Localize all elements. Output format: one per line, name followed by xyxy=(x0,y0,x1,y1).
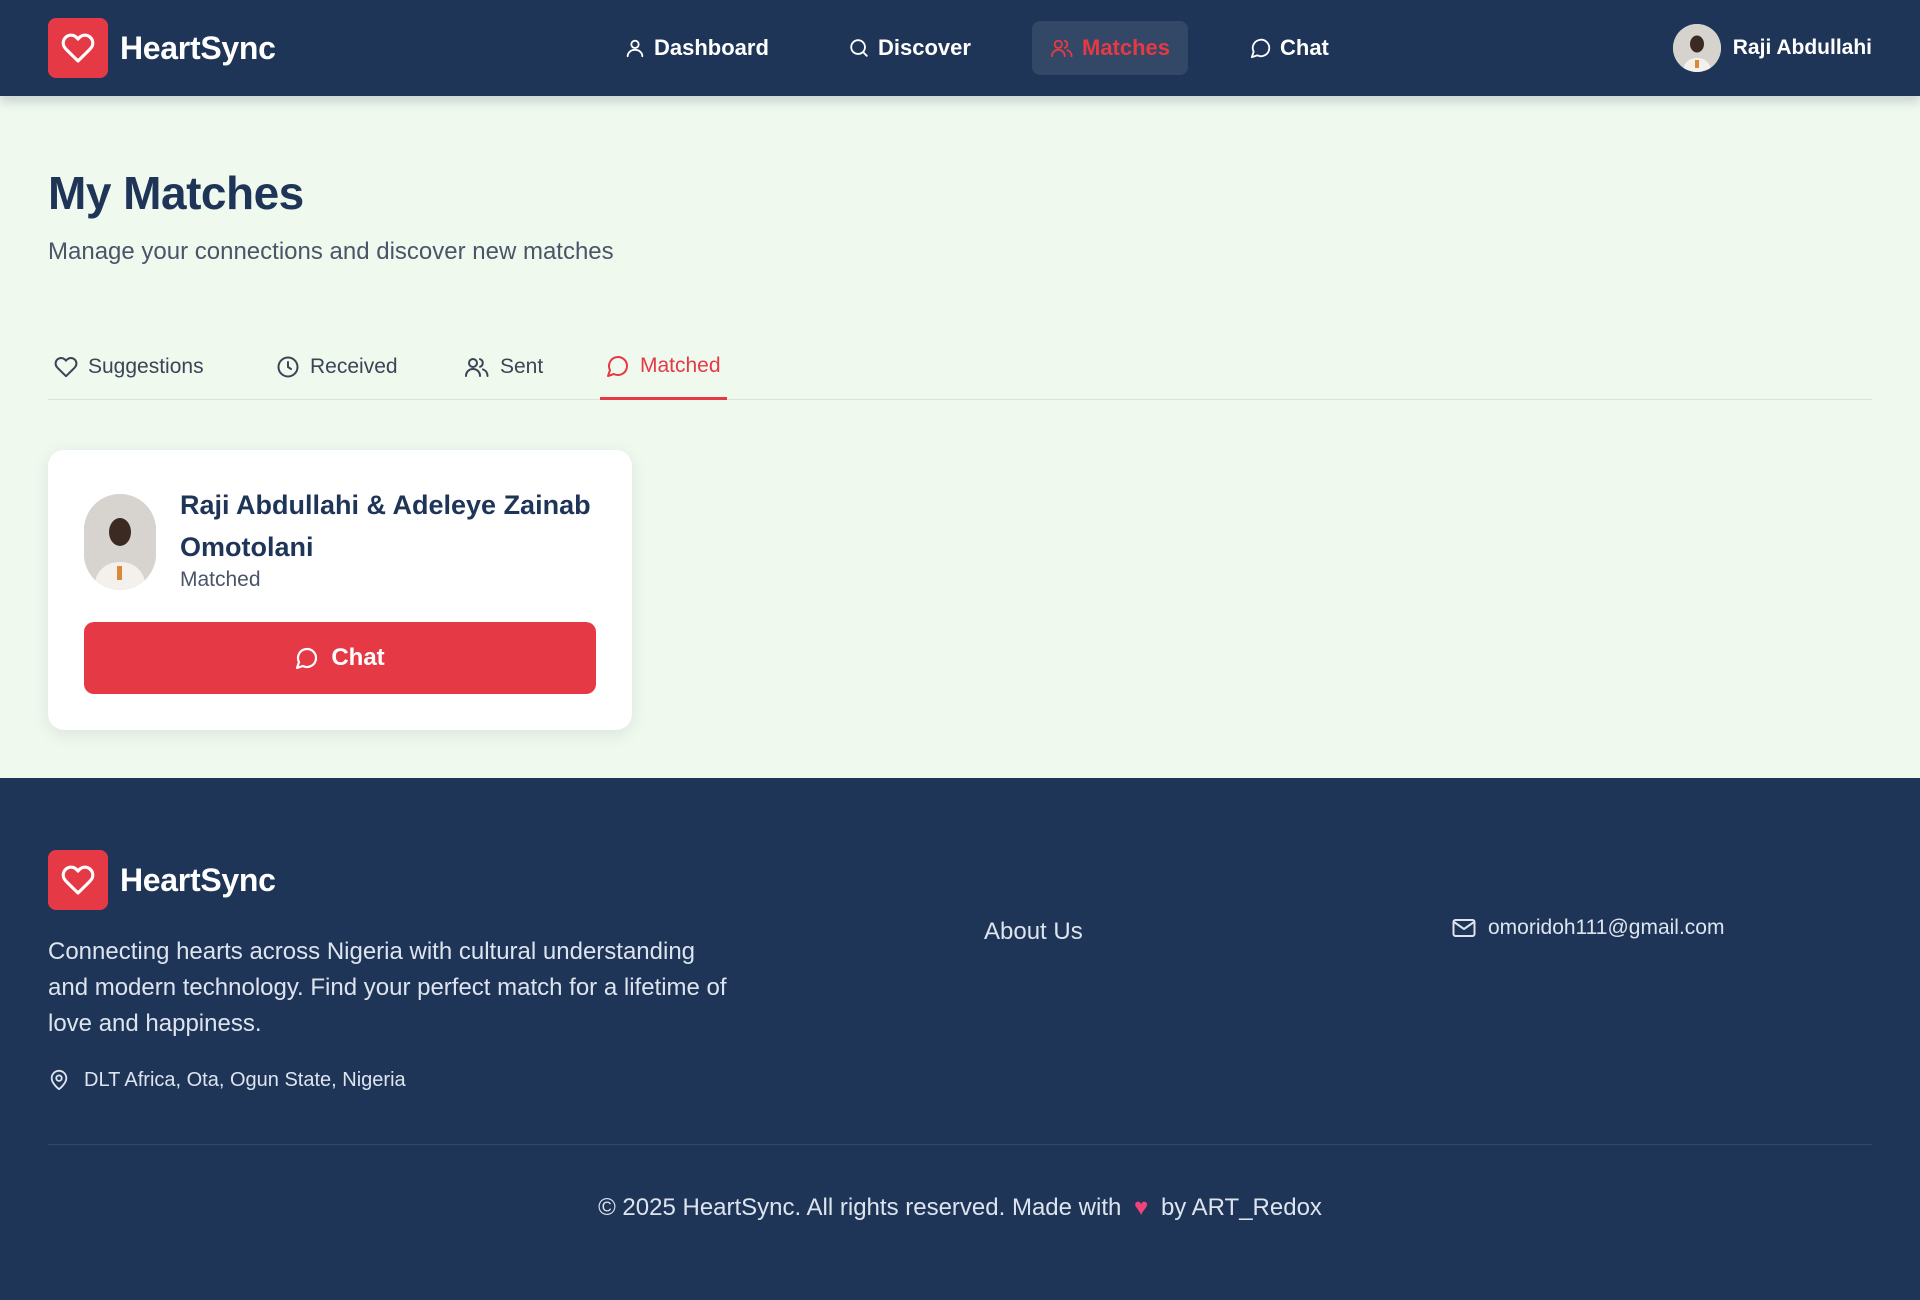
user-name: Raji Abdullahi xyxy=(1732,36,1872,59)
user-menu[interactable]: Raji Abdullahi xyxy=(1672,24,1872,72)
match-status: Matched xyxy=(180,568,261,591)
tab-sent-label: Sent xyxy=(500,355,544,378)
footer-location-text: DLT Africa, Ota, Ogun State, Nigeria xyxy=(84,1068,406,1091)
tab-received[interactable]: Received xyxy=(270,334,404,400)
message-icon xyxy=(1250,38,1271,59)
nav-dashboard-label: Dashboard xyxy=(654,35,769,60)
footer-location: DLT Africa, Ota, Ogun State, Nigeria xyxy=(48,1068,406,1092)
brand-logo[interactable]: HeartSync xyxy=(48,18,276,78)
mail-icon xyxy=(1452,919,1476,937)
footer-description: Connecting hearts across Nigeria with cu… xyxy=(48,938,727,1037)
footer: HeartSync Connecting hearts across Niger… xyxy=(0,778,1920,1300)
chat-button[interactable]: Chat xyxy=(84,622,596,694)
top-navbar: HeartSync Dashboard Discover Matches Cha… xyxy=(0,0,1920,96)
match-names: Raji Abdullahi & Adeleye Zainab Omotolan… xyxy=(180,490,591,562)
tab-sent[interactable]: Sent xyxy=(458,334,549,400)
matches-tabs: Suggestions Received Sent Matched xyxy=(48,334,1872,400)
user-icon xyxy=(626,39,644,58)
footer-email-text: omoridoh111@gmail.com xyxy=(1488,916,1725,939)
about-us-link[interactable]: About Us xyxy=(984,918,1083,946)
copyright: © 2025 HeartSync. All rights reserved. M… xyxy=(0,1194,1920,1222)
nav-discover-label: Discover xyxy=(878,35,971,60)
tab-suggestions[interactable]: Suggestions xyxy=(48,334,210,400)
copyright-text: © 2025 HeartSync. All rights reserved. M… xyxy=(598,1194,1122,1221)
match-card: Raji Abdullahi & Adeleye Zainab Omotolan… xyxy=(48,450,632,730)
brand-name: HeartSync xyxy=(120,29,276,66)
clock-icon xyxy=(277,356,299,378)
nav-chat-label: Chat xyxy=(1280,35,1329,60)
footer-brand-name: HeartSync xyxy=(120,861,276,898)
users-icon xyxy=(1050,39,1073,58)
tab-matched[interactable]: Matched xyxy=(600,334,727,400)
map-pin-icon xyxy=(50,1069,68,1091)
nav-discover[interactable]: Discover xyxy=(830,21,989,75)
page-title: My Matches xyxy=(48,167,304,219)
users-icon xyxy=(465,358,489,377)
nav-matches-label: Matches xyxy=(1082,35,1171,60)
message-icon xyxy=(607,355,628,377)
footer-divider xyxy=(48,1144,1872,1145)
heart-icon xyxy=(54,357,78,378)
heart-emoji-icon: ♥ xyxy=(1134,1194,1149,1221)
nav-dashboard[interactable]: Dashboard xyxy=(606,21,787,75)
search-icon xyxy=(850,39,868,57)
avatar xyxy=(84,494,156,590)
tab-matched-label: Matched xyxy=(640,353,721,377)
tab-received-label: Received xyxy=(310,355,398,378)
nav-chat[interactable]: Chat xyxy=(1232,21,1347,75)
copyright-credit: by ART_Redox xyxy=(1160,1194,1322,1221)
footer-brand[interactable]: HeartSync xyxy=(48,850,276,910)
heart-logo-icon xyxy=(48,18,108,78)
nav-matches[interactable]: Matches xyxy=(1032,21,1189,75)
heart-logo-icon xyxy=(48,850,108,910)
avatar xyxy=(1672,24,1721,72)
footer-email[interactable]: omoridoh111@gmail.com xyxy=(1452,916,1724,940)
chat-button-label: Chat xyxy=(331,644,385,671)
page-subtitle: Manage your connections and discover new… xyxy=(48,238,614,265)
tab-suggestions-label: Suggestions xyxy=(88,355,204,378)
message-icon xyxy=(296,647,318,670)
